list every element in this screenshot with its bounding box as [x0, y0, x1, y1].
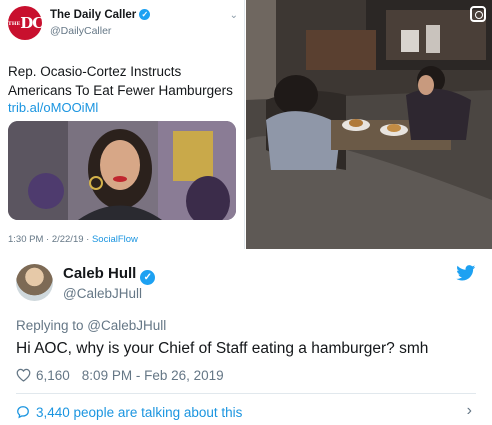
verified-badge-icon: ✓ [139, 9, 151, 21]
conversation-link[interactable]: 3,440 people are talking about this [16, 403, 242, 421]
twitter-bird-icon[interactable] [456, 265, 476, 281]
embedded-account-handle: @DailyCaller [50, 25, 112, 37]
tweet-meta: 6,160 8:09 PM - Feb 26, 2019 [16, 366, 224, 384]
replying-to: Replying to @CalebJHull [16, 318, 167, 333]
restaurant-scene [246, 0, 492, 249]
daily-caller-logo: THEDC [8, 6, 44, 40]
instagram-icon [470, 6, 486, 22]
embedded-tweet-screenshot: THEDC The Daily Caller ✓ @DailyCaller ⌄ R… [0, 0, 245, 249]
verified-badge-icon: ✓ [140, 270, 156, 285]
embedded-account-name: The Daily Caller ✓ [50, 9, 151, 21]
tweet-timestamp[interactable]: 8:09 PM - Feb 26, 2019 [82, 368, 224, 383]
embedded-tweet-text: Rep. Ocasio-Cortez Instructs Americans T… [8, 64, 233, 98]
embedded-tweet-photo [8, 121, 236, 220]
talking-text: 3,440 people are talking about this [36, 404, 243, 420]
like-count[interactable]: 6,160 [36, 368, 70, 383]
embedded-tweet-header: THEDC The Daily Caller ✓ @DailyCaller ⌄ [8, 6, 238, 42]
divider [16, 393, 476, 394]
avatar[interactable] [16, 264, 53, 301]
embedded-tweet-link: trib.al/oMOOiMl [8, 100, 99, 115]
embedded-tweet-footer: 1:30 PM · 2/22/19 · SocialFlow [8, 234, 138, 245]
chevron-right-icon[interactable]: › [467, 402, 472, 420]
restaurant-photo [246, 0, 492, 249]
speech-bubble-icon [17, 406, 29, 419]
tweet-card: Caleb Hull ✓ @CalebJHull Replying to @Cal… [0, 249, 492, 425]
tweet-text: Hi AOC, why is your Chief of Staff eatin… [16, 340, 429, 357]
author-name[interactable]: Caleb Hull ✓ [63, 265, 156, 285]
portrait-photo [8, 121, 236, 220]
reply-mention-link[interactable]: @CalebJHull [87, 318, 166, 333]
author-handle[interactable]: @CalebJHull [63, 286, 142, 301]
tweet-media[interactable]: THEDC The Daily Caller ✓ @DailyCaller ⌄ R… [0, 0, 492, 249]
heart-icon[interactable] [16, 368, 31, 382]
chevron-down-icon: ⌄ [229, 10, 238, 21]
